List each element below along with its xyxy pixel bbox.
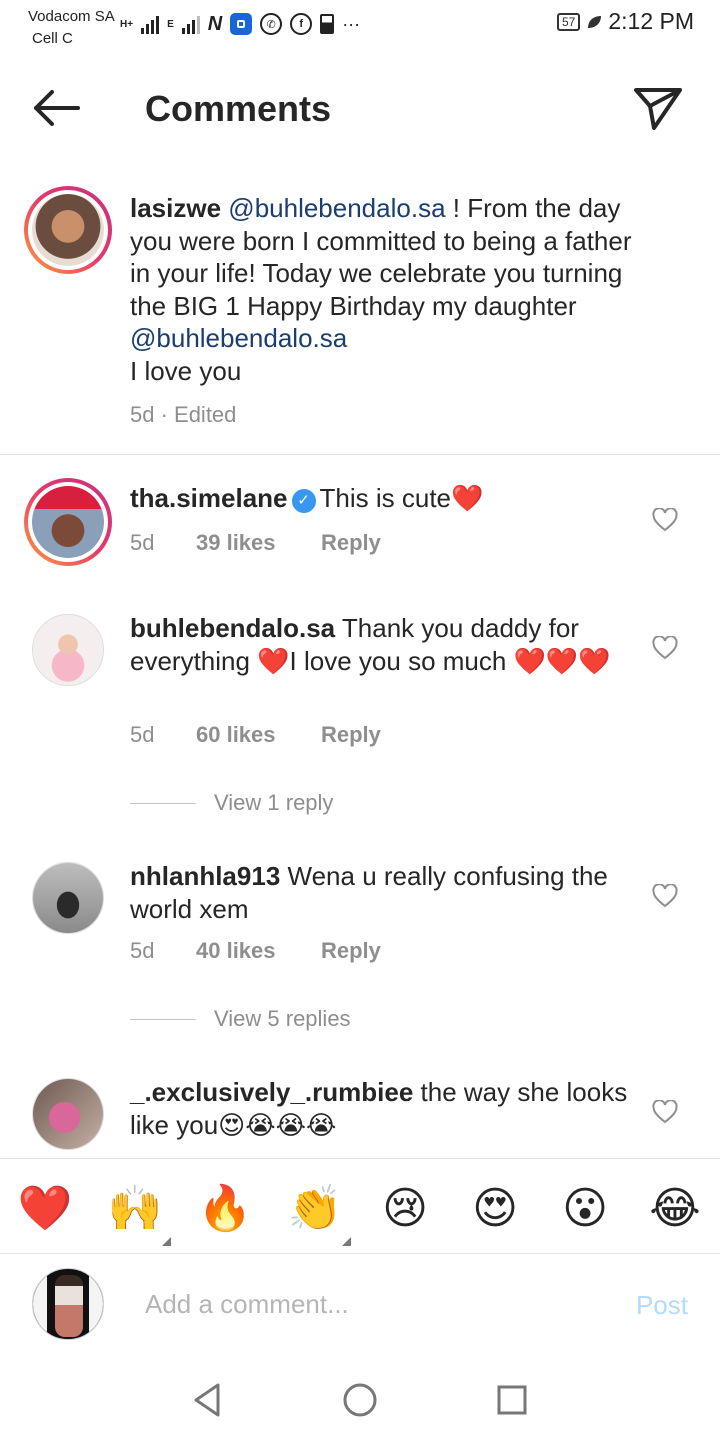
status-bar: Vodacom SA Cell C H+ E N ✆ f ··· 57 2:12…: [0, 0, 720, 52]
more-notifications-icon: ···: [342, 13, 361, 34]
network-type-2: E: [167, 18, 174, 30]
emoji-raised-hands-button[interactable]: 🙌: [107, 1181, 163, 1237]
emoji-clap-button[interactable]: 👏: [287, 1181, 343, 1237]
comment-body: This is cute❤️: [319, 483, 484, 513]
emoji-heart-button[interactable]: ❤️: [17, 1181, 73, 1237]
comment-username[interactable]: _.exclusively_.rumbiee: [130, 1077, 413, 1107]
signal-icon-2: [181, 14, 200, 34]
caption-meta: 5d · Edited: [130, 402, 236, 428]
network-type-1: H+: [120, 18, 134, 30]
send-icon[interactable]: [632, 82, 684, 134]
comment-username[interactable]: tha.simelane: [130, 483, 288, 513]
whatsapp-icon: ✆: [260, 13, 283, 35]
comment-username[interactable]: buhlebendalo.sa: [130, 613, 335, 643]
system-nav-bar: [0, 1356, 720, 1440]
comment-meta: 5d 40 likes Reply: [130, 938, 381, 964]
back-arrow-icon[interactable]: [28, 84, 84, 132]
battery-icon: 57: [556, 12, 581, 31]
heart-outline-icon[interactable]: [652, 884, 678, 908]
emoji-surprised-button[interactable]: 😮: [557, 1181, 613, 1237]
emoji-laughing-button[interactable]: 😂: [647, 1181, 703, 1237]
post-button[interactable]: Post: [636, 1290, 688, 1321]
add-comment-bar: Post: [0, 1256, 720, 1356]
emoji-fire-button[interactable]: 🔥: [197, 1181, 253, 1237]
clock: 2:12 PM: [608, 8, 694, 34]
emoji-crying-button[interactable]: 😢: [377, 1181, 433, 1237]
post-caption: lasizwe @buhlebendalo.sa ! From the day …: [0, 180, 720, 455]
comment-username[interactable]: nhlanhla913: [130, 861, 280, 891]
status-right: 57 2:12 PM: [556, 8, 694, 35]
page-title: Comments: [145, 88, 332, 129]
shield-app-icon: [230, 13, 253, 35]
comment-meta: 5d 39 likes Reply: [130, 530, 381, 556]
comment-text: _.exclusively_.rumbiee the way she looks…: [130, 1076, 640, 1141]
emoji-quick-bar: ❤️ 🙌 🔥 👏 😢 😍 😮 😂: [0, 1158, 720, 1254]
comment-text: buhlebendalo.sa Thank you daddy for ever…: [130, 612, 640, 677]
comment-meta: 5d 60 likes Reply: [130, 722, 381, 748]
signal-icon: [141, 14, 160, 34]
comment-text: tha.simelane ✓ This is cute❤️: [130, 482, 640, 515]
comment-time: 5d: [130, 530, 155, 555]
heart-outline-icon[interactable]: [652, 636, 678, 660]
view-replies-button[interactable]: View 5 replies: [130, 1006, 351, 1032]
avatar[interactable]: [32, 862, 104, 934]
divider-line: [130, 1018, 196, 1020]
caption-mention-2[interactable]: @buhlebendalo.sa: [130, 323, 347, 353]
reply-button[interactable]: Reply: [321, 722, 381, 748]
comment-item: _.exclusively_.rumbiee the way she looks…: [0, 1074, 720, 1158]
verified-badge-icon: ✓: [291, 489, 316, 513]
avatar[interactable]: [32, 614, 104, 686]
comment-text: nhlanhla913 Wena u really confusing the …: [130, 860, 640, 925]
facebook-icon: f: [290, 13, 313, 35]
carrier-2: Cell C: [32, 30, 73, 47]
skin-tone-indicator-icon: [162, 1237, 171, 1246]
comment-likes[interactable]: 39 likes: [196, 530, 321, 556]
comment-likes[interactable]: 60 likes: [196, 722, 321, 748]
divider-line: [130, 802, 196, 804]
avatar[interactable]: [24, 478, 112, 566]
reply-button[interactable]: Reply: [321, 530, 381, 556]
heart-outline-icon[interactable]: [652, 508, 678, 532]
view-replies-label: View 5 replies: [214, 1006, 351, 1031]
caption-username[interactable]: lasizwe: [130, 193, 221, 223]
comment-item: buhlebendalo.sa Thank you daddy for ever…: [0, 610, 720, 830]
carrier-1: Vodacom SA: [28, 8, 115, 25]
view-replies-label: View 1 reply: [214, 790, 334, 815]
reply-button[interactable]: Reply: [321, 938, 381, 964]
view-replies-button[interactable]: View 1 reply: [130, 790, 333, 816]
comment-time: 5d: [130, 722, 155, 747]
current-user-avatar: [32, 1268, 104, 1340]
nav-back-icon[interactable]: [188, 1380, 228, 1420]
sim-icon: [320, 14, 335, 34]
nav-recents-icon[interactable]: [492, 1380, 532, 1420]
emoji-heart-eyes-button[interactable]: 😍: [467, 1181, 523, 1237]
comment-input[interactable]: [145, 1284, 595, 1324]
comment-time: 5d: [130, 938, 155, 963]
caption-body-2: I love you: [130, 355, 242, 386]
caption-mention-1[interactable]: @buhlebendalo.sa: [228, 193, 445, 223]
heart-outline-icon[interactable]: [652, 1100, 678, 1124]
comment-item: tha.simelane ✓ This is cute❤️ 5d 39 likes …: [0, 478, 720, 588]
avatar[interactable]: [24, 186, 112, 274]
caption-time: 5d · Edited: [130, 402, 237, 427]
carrier-info: Vodacom SA Cell C: [28, 6, 115, 50]
caption-text: lasizwe @buhlebendalo.sa ! From the day …: [130, 192, 640, 387]
skin-tone-indicator-icon: [342, 1237, 351, 1246]
nav-home-icon[interactable]: [340, 1380, 380, 1420]
comment-likes[interactable]: 40 likes: [196, 938, 321, 964]
header: Comments: [0, 60, 720, 156]
comment-item: nhlanhla913 Wena u really confusing the …: [0, 858, 720, 1048]
leaf-icon: [588, 15, 602, 28]
avatar[interactable]: [32, 1078, 104, 1150]
status-icons: H+ E N ✆ f ···: [120, 10, 360, 38]
nfc-icon: N: [207, 12, 223, 35]
